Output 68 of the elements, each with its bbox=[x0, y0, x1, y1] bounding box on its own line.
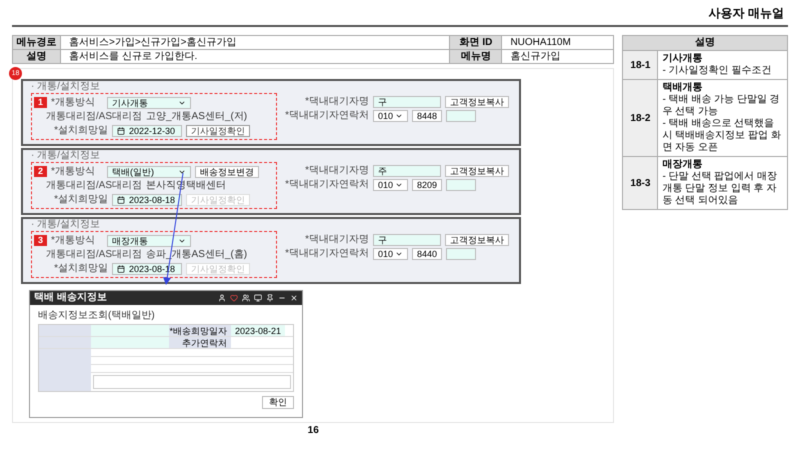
change-delivery-button[interactable]: 배송정보변경 bbox=[195, 166, 260, 178]
description-text: - 기사일정확인 필수조건 bbox=[662, 65, 772, 77]
step-marker: 1 bbox=[34, 97, 48, 108]
phone-field[interactable]: 8440 bbox=[412, 248, 442, 260]
method-select[interactable]: 기사개통 bbox=[107, 96, 192, 108]
description-header: 설명 bbox=[622, 35, 788, 51]
row-id: 18-2 bbox=[623, 80, 658, 156]
field-label: *배송희망일자 bbox=[169, 325, 231, 336]
date-field[interactable]: 2022-12-30 bbox=[112, 124, 182, 136]
name-field[interactable]: 구 bbox=[373, 96, 441, 108]
name-field[interactable]: 주 bbox=[373, 164, 441, 176]
prefix-select[interactable]: 010 bbox=[373, 178, 408, 190]
field-label: *개통방식 bbox=[51, 234, 96, 246]
panel-title: · 개통/설치정보 bbox=[31, 219, 101, 231]
prefix-select[interactable]: 010 bbox=[373, 248, 408, 260]
description-text: - 단말 선택 팝업에서 매장개통 단말 정보 입력 후 자동 선택 되어있음 bbox=[662, 171, 778, 207]
step-marker: 2 bbox=[34, 166, 48, 177]
field-label: *댁내대기자명 bbox=[304, 96, 369, 108]
method-select[interactable]: 택배(일반) bbox=[107, 166, 192, 178]
description-title: 기사개통 bbox=[662, 53, 704, 65]
field-label: 추가연락처 bbox=[169, 337, 231, 348]
field-label: *개통방식 bbox=[51, 166, 96, 178]
description-text: - 택배 배송 가능 단말일 경우 선택 가능 bbox=[662, 94, 781, 118]
schedule-button[interactable]: 기사일정확인 bbox=[186, 124, 250, 136]
row-id: 18-1 bbox=[623, 51, 658, 79]
field-label: *댁내대기자명 bbox=[304, 164, 369, 176]
table-cell: 홈서비스>가입>신규가입>홈신규가입 bbox=[60, 36, 450, 50]
table-header-cell: 설명 bbox=[12, 50, 60, 64]
name-field[interactable]: 구 bbox=[373, 234, 441, 246]
phone-field[interactable]: 8448 bbox=[412, 110, 442, 122]
field-value: 고양_개통AS센터_(저) bbox=[146, 110, 248, 122]
table-cell: 홈서비스를 신규로 가입한다. bbox=[60, 50, 450, 64]
table-header-cell: 메뉴경로 bbox=[12, 36, 60, 50]
field-label: 개통대리점/AS대리점 bbox=[44, 180, 142, 192]
popup-title: 택배 배송지정보 bbox=[34, 292, 107, 304]
field-label: *설치희망일 bbox=[53, 194, 108, 206]
field-label: 개통대리점/AS대리점 bbox=[44, 248, 142, 260]
phone-field[interactable]: 8209 bbox=[412, 178, 442, 190]
method-select[interactable]: 매장개통 bbox=[107, 234, 192, 246]
step-marker: 3 bbox=[34, 235, 48, 246]
confirm-button[interactable]: 확인 bbox=[262, 396, 294, 409]
prefix-select[interactable]: 010 bbox=[373, 110, 408, 122]
description-text: - 택배 배송으로 선택했을 시 택배배송지정보 팝업 화면 자동 오픈 bbox=[662, 118, 782, 154]
panel-title: · 개통/설치정보 bbox=[31, 81, 101, 93]
field-label: *개통방식 bbox=[51, 96, 96, 108]
page-number: 16 bbox=[306, 425, 320, 437]
field-label: *설치희망일 bbox=[53, 262, 108, 274]
row-id: 18-3 bbox=[623, 157, 658, 209]
date-field[interactable]: 2023-08-21 bbox=[231, 325, 286, 336]
field-label: *댁내대기자명 bbox=[304, 234, 369, 246]
description-title: 매장개통 bbox=[662, 159, 704, 171]
date-field[interactable]: 2023-08-18 bbox=[112, 194, 182, 206]
copy-button[interactable]: 고객정보복사 bbox=[445, 234, 509, 246]
copy-button[interactable]: 고객정보복사 bbox=[445, 96, 509, 108]
copy-button[interactable]: 고객정보복사 bbox=[445, 164, 509, 176]
description-title: 택배개통 bbox=[662, 82, 704, 94]
table-cell: NUOHA110M bbox=[502, 36, 614, 50]
table-header-cell: 화면 ID bbox=[450, 36, 502, 50]
field-label: *댁내대기자연락처 bbox=[284, 248, 369, 260]
panel-title: · 개통/설치정보 bbox=[31, 150, 101, 162]
field-label: 개통대리점/AS대리점 bbox=[44, 110, 142, 122]
field-label: *댁내대기자연락처 bbox=[284, 178, 369, 190]
field-label: *댁내대기자연락처 bbox=[284, 110, 369, 122]
manual-title: 사용자 매뉴얼 bbox=[708, 4, 784, 22]
table-header-cell: 메뉴명 bbox=[450, 50, 502, 64]
popup-subtitle: 배송지정보조회(택배일반) bbox=[38, 309, 156, 322]
table-cell: 홈신규가입 bbox=[502, 50, 614, 64]
field-label: *설치희망일 bbox=[53, 124, 108, 136]
